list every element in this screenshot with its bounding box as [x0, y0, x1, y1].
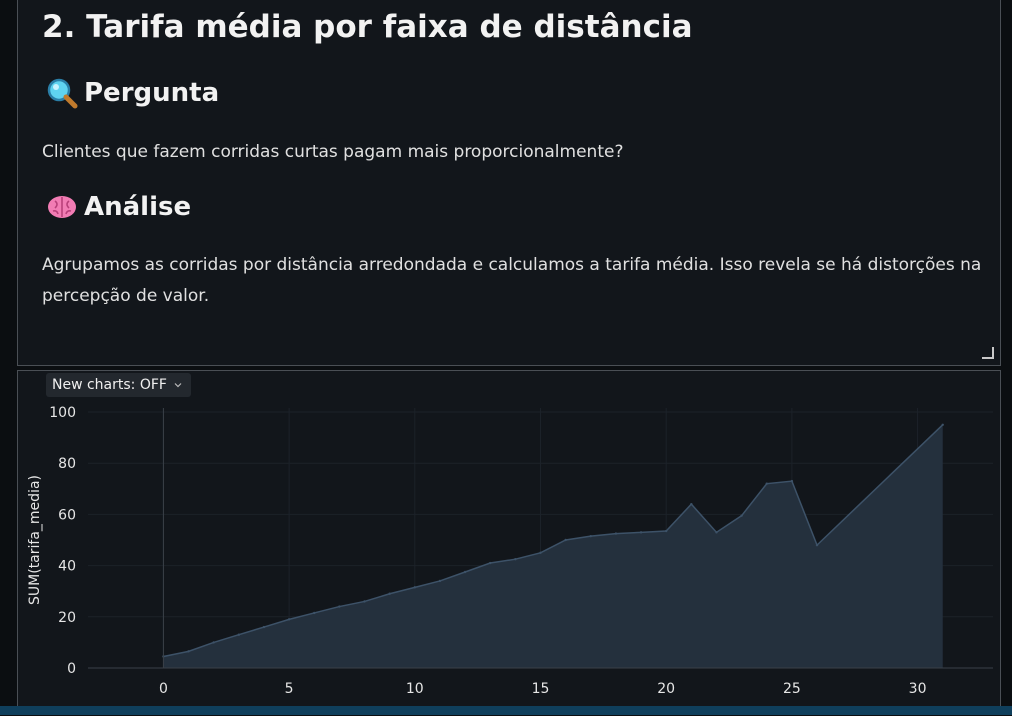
area-chart: 0 20 40 60 80 100 0 5 10 15 20 25 30 SUM(tarifa_media…	[27, 405, 993, 697]
data-point	[287, 618, 291, 621]
data-point	[388, 592, 391, 595]
status-bar	[0, 706, 1012, 715]
new-charts-toggle-label: New charts: OFF	[52, 377, 167, 393]
data-point	[664, 529, 668, 533]
data-point	[489, 561, 492, 565]
x-tick-label: 15	[532, 681, 550, 697]
y-tick-label: 100	[49, 405, 76, 421]
y-axis-label: SUM(tarifa_media)	[27, 475, 43, 605]
data-point	[514, 558, 517, 561]
data-point	[237, 633, 241, 636]
data-point	[639, 531, 643, 534]
data-point	[564, 538, 567, 542]
y-tick-label: 40	[58, 559, 76, 575]
data-point	[187, 650, 190, 653]
chart-cell[interactable]: 0 20 40 60 80 100 0 5 10 15 20 25 30 SUM(tarifa_media…	[17, 370, 1001, 715]
data-point	[715, 531, 718, 534]
data-point	[614, 532, 618, 535]
chevron-down-icon	[174, 383, 182, 388]
x-tick-label: 30	[909, 681, 927, 697]
data-point	[765, 482, 768, 485]
data-point	[589, 534, 592, 538]
data-point	[338, 605, 341, 608]
analysis-heading: Análise	[46, 191, 191, 223]
data-point	[212, 641, 215, 644]
analysis-text: Agrupamos as corridas por distância arre…	[42, 255, 982, 306]
markdown-cell[interactable]: 2. Tarifa média por faixa de distância P…	[17, 0, 1001, 366]
question-heading-text: Pergunta	[84, 78, 220, 108]
data-point	[463, 570, 467, 574]
y-tick-label: 80	[58, 456, 76, 472]
x-tick-label: 25	[783, 681, 801, 697]
data-point	[313, 611, 316, 615]
new-charts-toggle[interactable]: New charts: OFF	[46, 373, 191, 397]
resize-handle[interactable]	[982, 347, 994, 359]
data-point	[690, 502, 693, 506]
x-tick-label: 20	[657, 681, 675, 697]
data-point	[262, 625, 266, 629]
x-tick-label: 10	[406, 681, 424, 697]
data-point	[790, 479, 794, 483]
brain-icon	[48, 196, 76, 218]
y-tick-label: 20	[58, 610, 76, 626]
question-text: Clientes que fazem corridas curtas pagam…	[42, 142, 624, 162]
section-title: 2. Tarifa média por faixa de distância	[42, 9, 693, 45]
data-point	[413, 586, 417, 589]
question-heading: Pergunta	[46, 77, 219, 109]
data-point	[438, 579, 442, 583]
magnifying-glass-icon	[47, 78, 78, 109]
data-point	[539, 551, 542, 554]
data-point	[363, 600, 366, 603]
x-tick-label: 5	[285, 681, 294, 697]
data-point	[740, 514, 743, 517]
y-tick-label: 60	[58, 507, 76, 523]
analysis-heading-text: Análise	[84, 192, 192, 222]
y-tick-label: 0	[67, 661, 76, 677]
data-point	[815, 543, 819, 547]
x-tick-label: 0	[159, 681, 168, 697]
data-point	[941, 423, 944, 426]
